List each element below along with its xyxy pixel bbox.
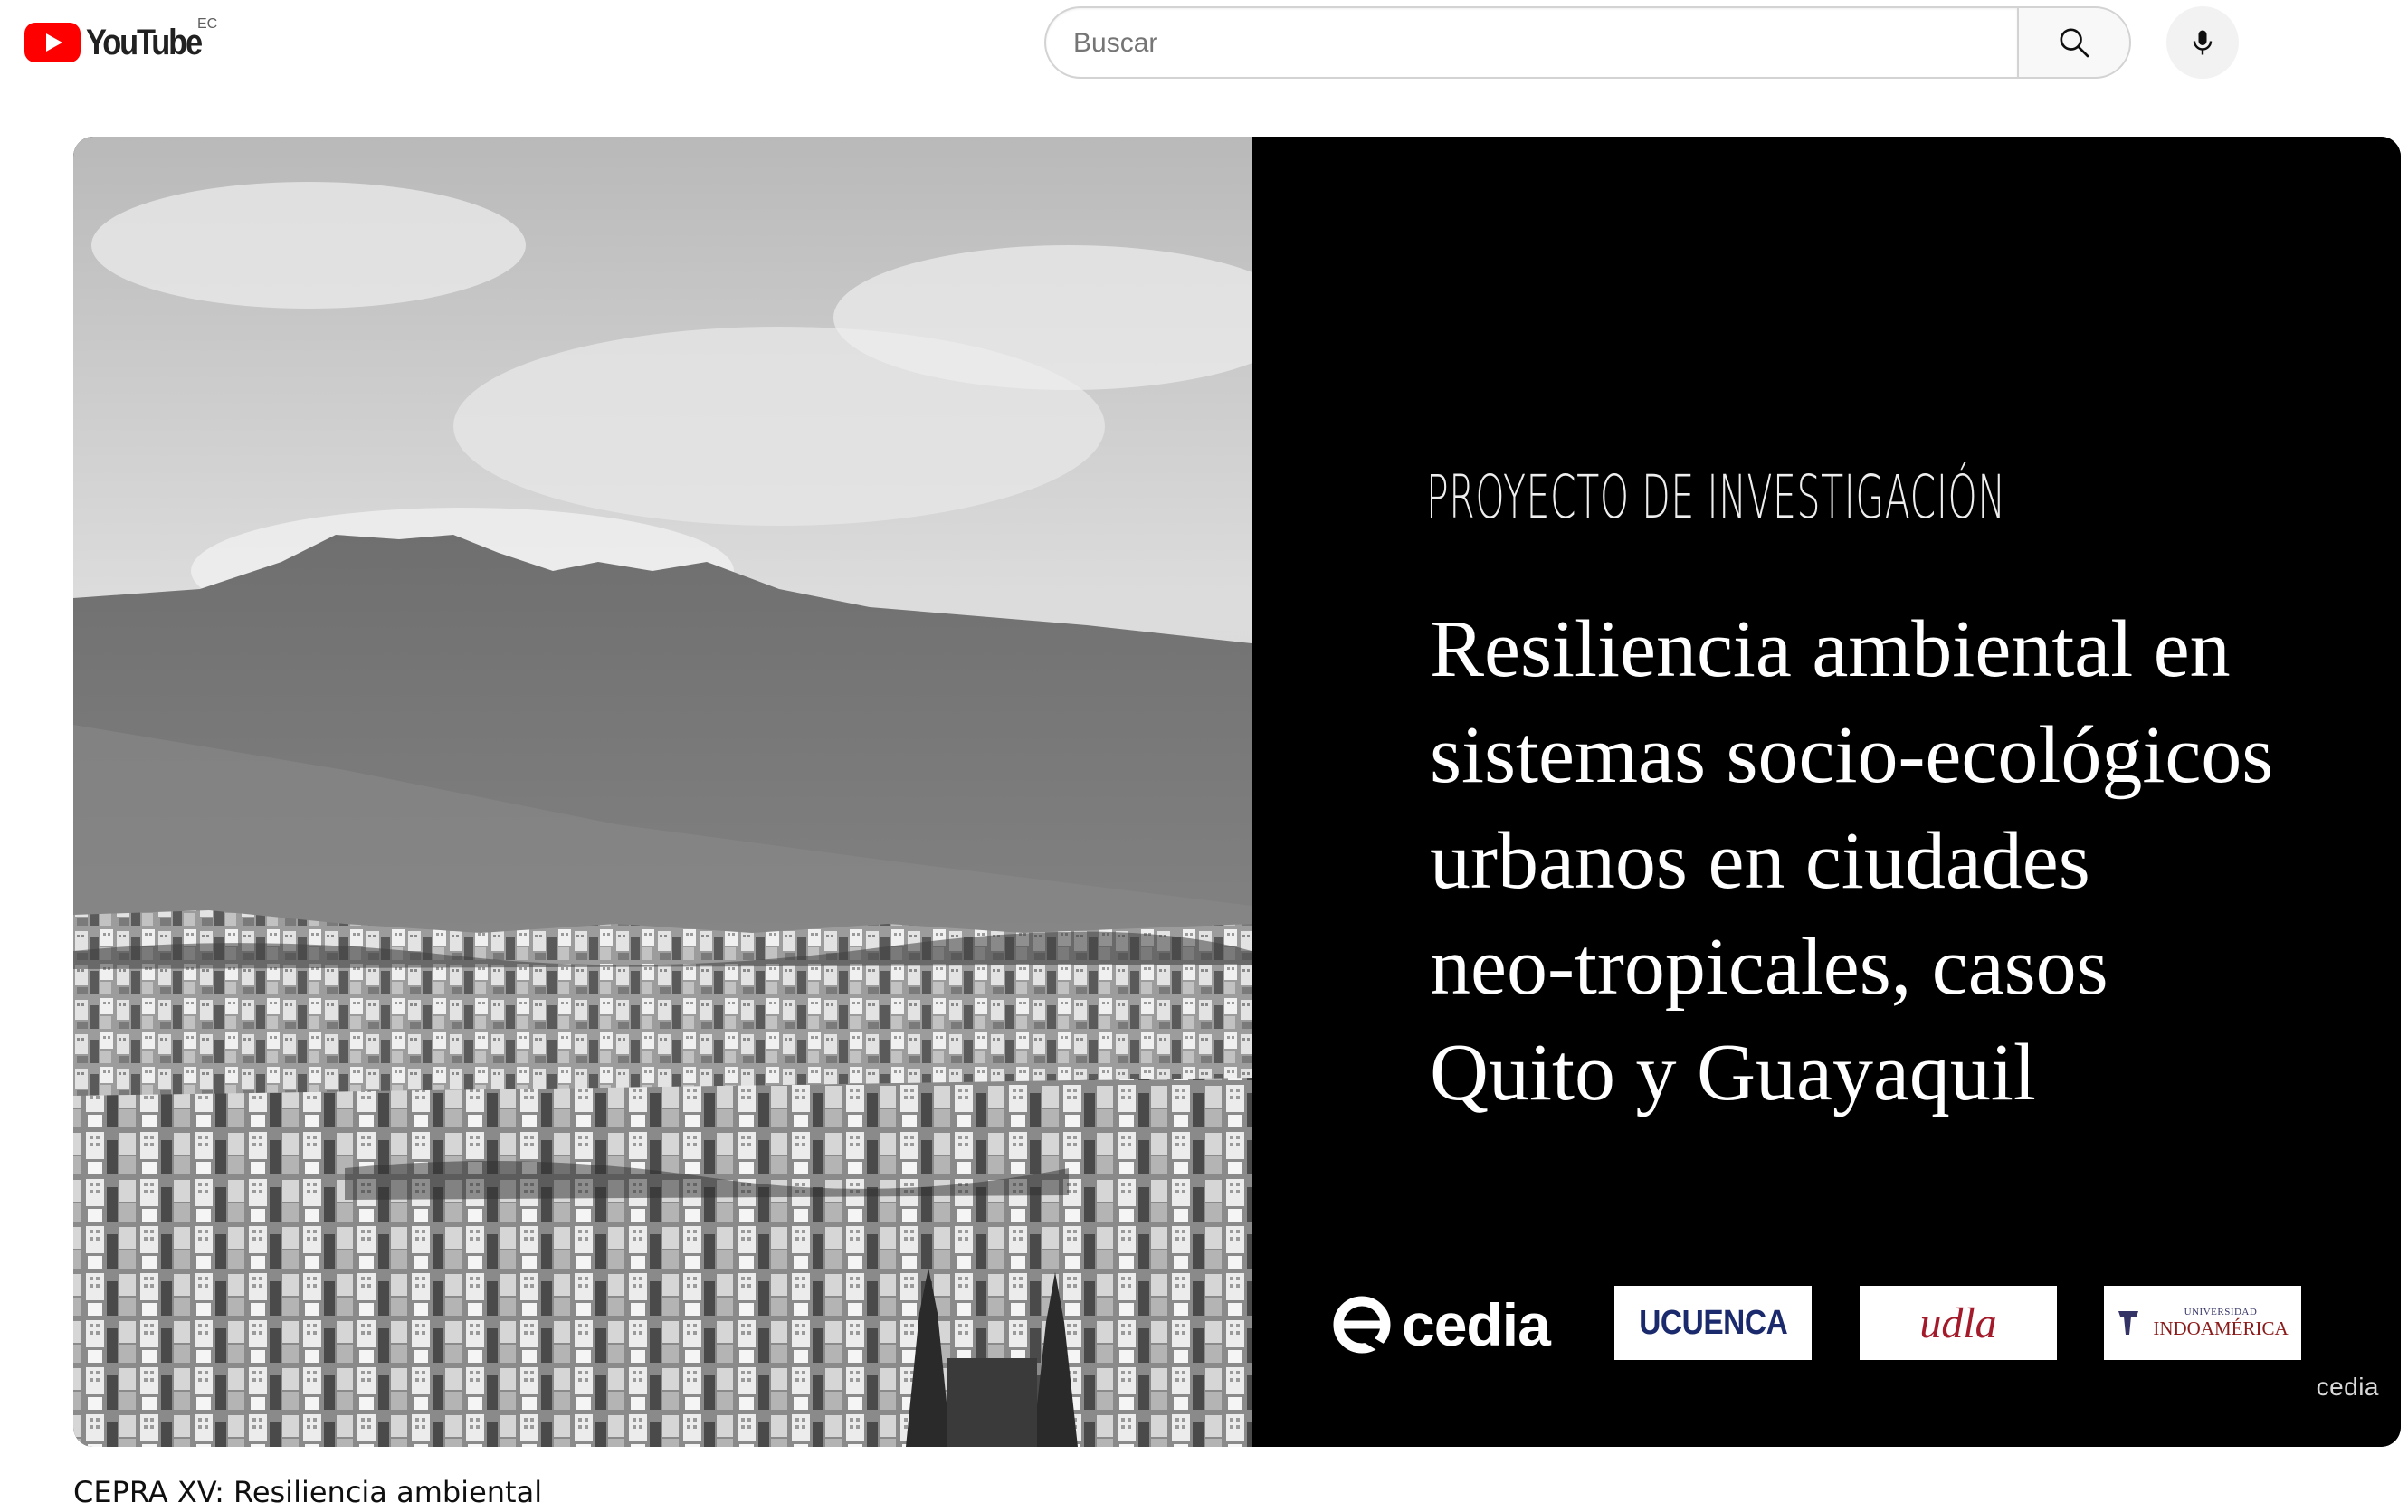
video-player[interactable]: PROYECTO DE INVESTIGACIÓN Resiliencia am… bbox=[73, 137, 2401, 1447]
ucuenca-wordmark: UCUENCA bbox=[1638, 1303, 1788, 1342]
search-input[interactable] bbox=[1071, 23, 1980, 64]
channel-watermark[interactable]: cedia bbox=[2317, 1373, 2379, 1402]
ucuenca-logo: UCUENCA bbox=[1614, 1286, 1812, 1360]
cedia-wordmark: cedia bbox=[1402, 1291, 1551, 1358]
city-mountain-photo bbox=[73, 137, 1252, 1447]
search-box bbox=[1044, 6, 2017, 79]
video-title: CEPRA XV: Resiliencia ambiental bbox=[73, 1475, 543, 1509]
slide-title-line: Resiliencia ambiental en bbox=[1430, 604, 2231, 694]
indoamerica-big-text: INDOAMÉRICA bbox=[2153, 1317, 2289, 1339]
udla-wordmark: udla bbox=[1919, 1298, 1997, 1347]
udla-logo: udla bbox=[1860, 1286, 2057, 1360]
slide-title-line: sistemas socio-ecológicos bbox=[1430, 710, 2274, 800]
partner-logos: cedia UCUENCA udla UNIVERSIDAD INDOAMÉRI… bbox=[1331, 1286, 2372, 1367]
indoamerica-emblem-icon bbox=[2118, 1311, 2139, 1335]
cedia-logo: cedia bbox=[1331, 1291, 1551, 1358]
search-button[interactable] bbox=[2017, 6, 2131, 79]
indoamerica-logo: UNIVERSIDAD INDOAMÉRICA bbox=[2104, 1286, 2301, 1360]
youtube-play-logo-icon bbox=[24, 23, 81, 62]
youtube-logo[interactable]: YouTube bbox=[24, 22, 220, 63]
slide-title: Resiliencia ambiental en sistemas socio-… bbox=[1430, 596, 2389, 1126]
slide-kicker: PROYECTO DE INVESTIGACIÓN bbox=[1426, 462, 2006, 532]
search-icon bbox=[2060, 28, 2089, 58]
slide-title-line: Quito y Guayaquil bbox=[1430, 1028, 2036, 1117]
slide-panel: PROYECTO DE INVESTIGACIÓN Resiliencia am… bbox=[1252, 137, 2401, 1447]
microphone-icon bbox=[2193, 30, 2213, 55]
masthead: YouTube EC bbox=[0, 0, 2408, 87]
slide-title-line: neo-tropicales, casos bbox=[1430, 922, 2108, 1012]
logo-wordmark: YouTube bbox=[86, 22, 203, 62]
voice-search-button[interactable] bbox=[2166, 6, 2239, 79]
indoamerica-small-text: UNIVERSIDAD bbox=[2184, 1306, 2258, 1317]
slide-title-line: urbanos en ciudades bbox=[1430, 816, 2090, 906]
cedia-swirl-icon bbox=[1333, 1296, 1391, 1355]
country-code: EC bbox=[197, 16, 218, 32]
